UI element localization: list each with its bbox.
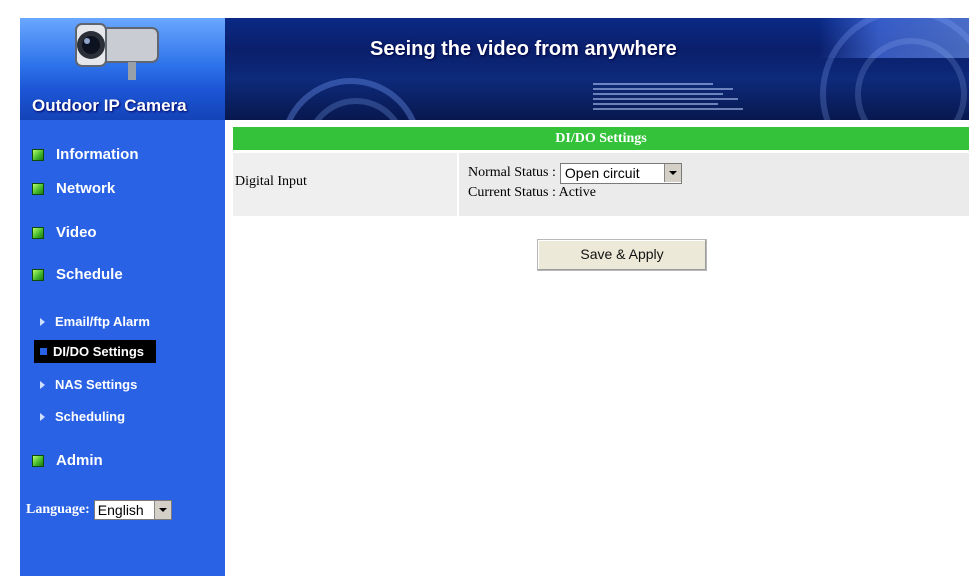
sidebar-item-label: Video: [56, 224, 97, 241]
normal-status-select[interactable]: Open circuit: [559, 162, 682, 184]
language-label: Language:: [26, 502, 90, 517]
row-value: Normal Status : Open circuit Current Sta…: [468, 162, 682, 201]
green-square-icon: [32, 148, 44, 161]
camera-icon: [75, 23, 159, 80]
row-label: Digital Input: [233, 153, 459, 216]
language-value: English: [97, 502, 144, 518]
sidebar-item-schedule[interactable]: Schedule: [32, 266, 123, 283]
banner-fine-print: [593, 80, 743, 113]
digital-input-row: Digital Input Normal Status : Open circu…: [233, 150, 969, 216]
sidebar-subitem-label: NAS Settings: [55, 377, 138, 392]
sidebar-item-information[interactable]: Information: [32, 146, 139, 163]
sidebar-item-network[interactable]: Network: [32, 180, 115, 197]
language-selector: Language: English: [26, 500, 172, 520]
header-banner: Outdoor IP Camera Seeing the video from …: [20, 18, 969, 120]
triangle-right-icon: [40, 412, 45, 421]
tagline: Seeing the video from anywhere: [370, 38, 677, 60]
green-square-icon: [32, 268, 44, 281]
current-status-line: Current Status : Active: [468, 185, 682, 201]
main-content: DI/DO Settings Digital Input Normal Stat…: [233, 127, 969, 576]
sidebar-item-label: Admin: [56, 452, 103, 469]
triangle-right-icon: [40, 380, 45, 389]
sidebar: Information Network Video Schedule Email…: [20, 120, 225, 576]
current-status-value: Active: [558, 185, 596, 200]
normal-status-label: Normal Status :: [468, 165, 556, 180]
sidebar-item-video[interactable]: Video: [32, 224, 97, 241]
sidebar-subitem-scheduling[interactable]: Scheduling: [40, 409, 125, 424]
sidebar-subitem-dido-settings[interactable]: DI/DO Settings: [34, 340, 157, 363]
triangle-right-icon: [40, 317, 45, 326]
save-apply-button[interactable]: Save & Apply: [537, 239, 707, 271]
chevron-down-icon[interactable]: [153, 501, 171, 519]
sidebar-subitem-email-ftp-alarm[interactable]: Email/ftp Alarm: [40, 314, 150, 329]
sidebar-item-label: Schedule: [56, 266, 123, 283]
sidebar-item-admin[interactable]: Admin: [32, 452, 103, 469]
green-square-icon: [32, 182, 44, 195]
sidebar-item-label: Information: [56, 146, 139, 163]
chevron-down-icon[interactable]: [663, 163, 681, 182]
normal-status-line: Normal Status : Open circuit: [468, 162, 682, 184]
sidebar-subitem-label: DI/DO Settings: [53, 344, 145, 359]
page-frame: Outdoor IP Camera Seeing the video from …: [20, 18, 969, 576]
sidebar-item-label: Network: [56, 180, 116, 197]
normal-status-value: Open circuit: [564, 164, 640, 181]
current-status-label: Current Status :: [468, 185, 556, 200]
brand-title: Outdoor IP Camera: [32, 96, 187, 115]
green-square-icon: [32, 454, 44, 467]
square-bullet-icon: [40, 348, 47, 355]
sidebar-subitem-nas-settings[interactable]: NAS Settings: [40, 377, 137, 392]
language-select[interactable]: English: [93, 500, 172, 520]
sidebar-subitem-label: Scheduling: [55, 409, 126, 424]
section-title: DI/DO Settings: [233, 127, 969, 150]
sidebar-subitem-label: Email/ftp Alarm: [55, 314, 150, 329]
green-square-icon: [32, 226, 44, 239]
